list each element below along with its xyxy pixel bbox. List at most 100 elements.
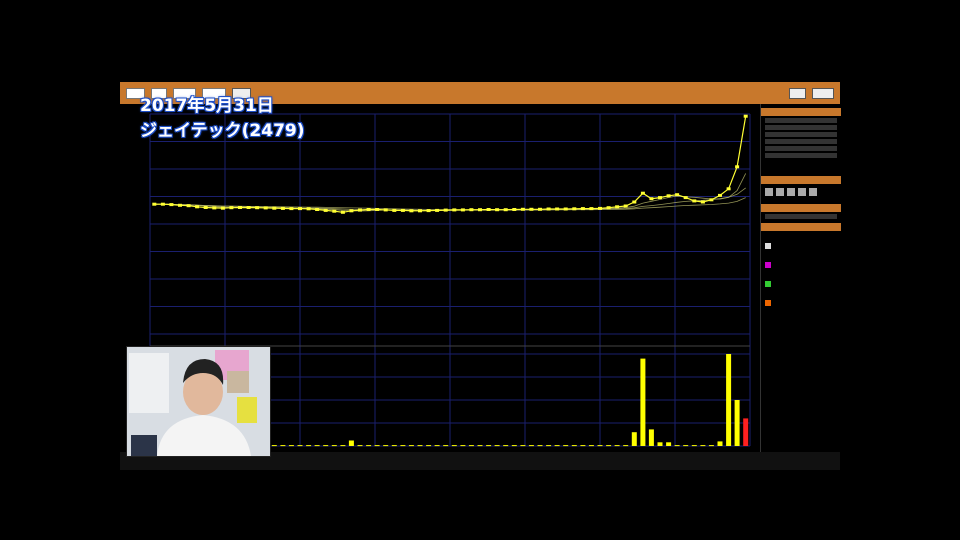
volume-bar [280,445,286,447]
volume-bar [400,445,406,447]
legend-swatch [765,242,771,249]
volume-bar [580,445,586,447]
price-candle [606,206,611,210]
volume-bar [511,445,517,447]
price-candle [203,206,208,209]
volume-bar [743,418,749,446]
price-candle [298,207,302,211]
price-candle [572,207,577,211]
price-candle [546,207,551,211]
volume-bar [503,445,509,447]
volume-bar [674,445,680,447]
price-candle [649,197,654,201]
price-candle [529,207,534,211]
price-candle [289,207,294,211]
webcam-image [127,347,270,456]
legend-swatch [765,280,771,287]
tool-button[interactable] [809,188,817,196]
tool-button[interactable] [787,188,795,196]
price-candle [658,196,662,200]
quote-panel-header [761,108,841,116]
settings-button[interactable] [788,87,807,99]
tool-button[interactable] [776,188,784,196]
volume-bar [734,400,740,446]
volume-bar [348,440,354,446]
price-candle [709,198,714,202]
price-candle [692,199,697,203]
price-candle [538,207,542,211]
price-candle [392,208,397,212]
price-candle [315,208,320,211]
price-candle [555,207,560,211]
price-candle [383,208,388,212]
volume-bar [374,445,380,447]
price-candle [735,165,740,169]
volume-bar [408,445,414,447]
price-candle [520,207,525,211]
volume-bar [451,445,457,447]
price-candle [666,194,671,198]
price-candle [255,206,260,210]
price-candle [272,206,277,210]
legend-swatch [765,261,771,268]
volume-bar [546,445,552,447]
tool-button[interactable] [765,188,773,196]
price-candle [743,114,748,118]
volume-bar [323,445,329,447]
price-candle [640,191,645,195]
price-candle [615,205,620,209]
volume-bar [314,445,320,447]
volume-bar [528,445,534,447]
price-candle [683,196,688,200]
webcam-overlay [126,346,271,457]
price-candle [263,206,268,210]
price-candle [238,206,242,209]
price-candle [366,208,371,211]
volume-bar [623,445,629,447]
price-candle [418,209,422,213]
price-candle [443,208,448,212]
price-candle [212,206,217,210]
price-candle [349,209,354,213]
volume-bar [657,442,663,446]
volume-bar [648,429,654,446]
price-candle [220,206,225,210]
legend-swatch [765,299,771,306]
price-candle [195,205,200,209]
price-candle [332,209,337,213]
price-candle [375,208,380,211]
price-candle [726,187,731,191]
volume-bar [717,441,723,446]
quote-row [765,125,837,130]
volume-bar [288,445,294,447]
volume-bar [434,445,440,447]
volume-bar [631,432,637,446]
price-candle [152,202,157,206]
price-candle [469,208,474,212]
overlay-header [761,223,841,231]
price-candle [452,208,457,212]
price-candle [229,206,234,210]
quote-row [765,132,837,137]
price-candle [632,200,637,204]
volume-bar [477,445,483,447]
price-candle [512,208,517,211]
quote-row [765,139,837,144]
quote-row [765,153,837,158]
price-candle [598,206,602,210]
close-button[interactable] [812,87,834,99]
volume-bar [417,445,423,447]
volume-bar [486,445,492,447]
price-candle [358,208,362,212]
volume-bar [726,354,732,446]
volume-bar [708,445,714,447]
volume-bar [606,445,612,447]
volume-bar [494,445,500,447]
volume-bar [554,445,560,447]
volume-bar [357,445,363,447]
volume-bar [340,445,346,447]
volume-bar [468,445,474,447]
price-candle [675,193,680,197]
tool-button[interactable] [798,188,806,196]
price-candle [178,203,182,207]
